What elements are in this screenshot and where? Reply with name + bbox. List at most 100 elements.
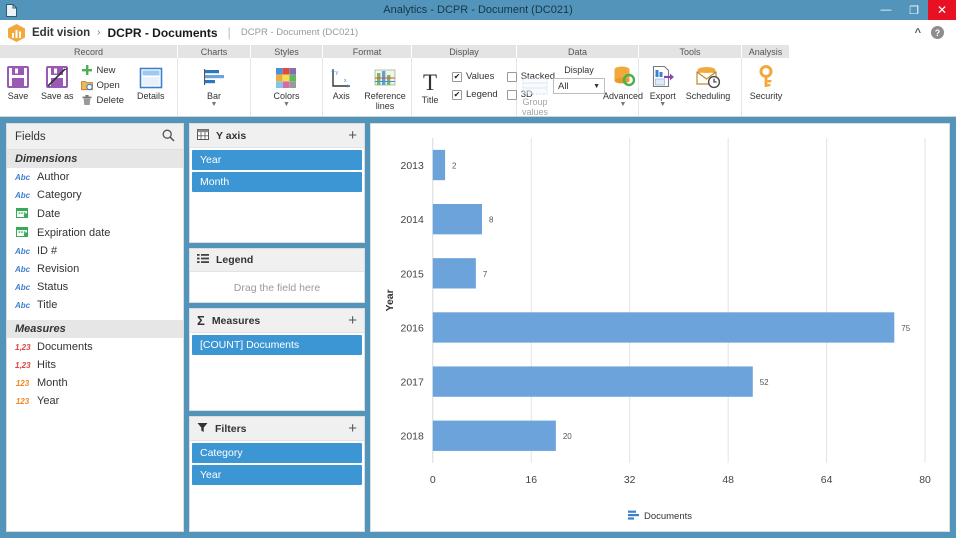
ribbon-group-data[interactable]: Data bbox=[517, 45, 639, 58]
chart-bar[interactable] bbox=[432, 312, 895, 343]
ribbon-group-tools[interactable]: Tools bbox=[639, 45, 742, 58]
display-select-value: All bbox=[558, 80, 569, 92]
open-button[interactable]: Open bbox=[80, 79, 124, 91]
close-button[interactable]: ✕ bbox=[928, 0, 956, 20]
chart-value-label: 75 bbox=[901, 324, 910, 333]
chart-category-label: 2014 bbox=[401, 215, 424, 226]
filters-shelf-header: Filters + bbox=[190, 417, 364, 441]
bar-chart-caret-icon[interactable]: ▼ bbox=[211, 101, 218, 108]
svg-text:y: y bbox=[336, 70, 339, 76]
reference-lines-button[interactable]: Reference lines bbox=[359, 61, 411, 111]
chart-y-axis-title: Year bbox=[385, 289, 396, 311]
funnel-icon bbox=[197, 422, 208, 436]
field-item-status[interactable]: Abc Status bbox=[7, 278, 183, 296]
ribbon-group-format[interactable]: Format bbox=[323, 45, 412, 58]
legend-checkbox[interactable]: ✔ Legend bbox=[452, 89, 498, 100]
field-item-date[interactable]: Date bbox=[7, 204, 183, 223]
new-button[interactable]: New bbox=[81, 64, 124, 76]
legend-shelf: Legend Drag the field here bbox=[189, 248, 365, 303]
field-item-year[interactable]: 123 Year bbox=[7, 392, 183, 410]
export-button[interactable]: Export ▼ bbox=[645, 61, 681, 108]
advanced-button[interactable]: Advanced ▼ bbox=[603, 61, 643, 108]
help-icon[interactable]: ? bbox=[931, 26, 944, 39]
shelf-pill-month[interactable]: Month bbox=[192, 172, 362, 192]
field-label: Status bbox=[37, 281, 69, 293]
y-axis-add-button[interactable]: + bbox=[348, 128, 357, 143]
chart-legend: Documents bbox=[371, 510, 949, 523]
document-icon bbox=[0, 3, 22, 17]
field-item-id[interactable]: Abc ID # bbox=[7, 242, 183, 260]
scheduling-icon bbox=[695, 63, 721, 89]
values-checkbox[interactable]: ✔ Values bbox=[452, 71, 498, 82]
chart-value-label: 2 bbox=[452, 162, 457, 171]
chart-bar[interactable] bbox=[432, 204, 483, 235]
field-item-month[interactable]: 123 Month bbox=[7, 374, 183, 392]
ribbon-tools-group: Export ▼ Scheduling bbox=[639, 58, 742, 116]
colors-button[interactable]: Colors ▼ bbox=[268, 61, 304, 108]
save-label: Save bbox=[7, 91, 29, 101]
field-item-hits[interactable]: 1,23 Hits bbox=[7, 356, 183, 374]
scheduling-button[interactable]: Scheduling bbox=[681, 61, 736, 101]
field-item-author[interactable]: Abc Author bbox=[7, 168, 183, 186]
export-caret-icon[interactable]: ▼ bbox=[659, 101, 666, 108]
window-controls: — ❐ ✕ bbox=[872, 0, 956, 20]
colors-caret-icon[interactable]: ▼ bbox=[283, 101, 290, 108]
breadcrumb-edit-vision[interactable]: Edit vision bbox=[32, 27, 90, 39]
chart-category-label: 2013 bbox=[401, 161, 424, 172]
save-button[interactable]: Save bbox=[0, 61, 36, 101]
search-icon[interactable] bbox=[162, 129, 175, 145]
shelf-pill-category[interactable]: Category bbox=[192, 443, 362, 463]
chart-bar[interactable] bbox=[432, 420, 556, 451]
field-item-expiration-date[interactable]: Expiration date bbox=[7, 223, 183, 242]
chart-bar[interactable] bbox=[432, 258, 476, 289]
integer-type-icon: 123 bbox=[15, 396, 30, 406]
ribbon-group-record[interactable]: Record bbox=[0, 45, 178, 58]
chevron-up-icon[interactable]: ^ bbox=[915, 27, 921, 39]
reference-lines-label-1: Reference bbox=[364, 91, 406, 101]
field-item-category[interactable]: Abc Category bbox=[7, 186, 183, 204]
abc-type-icon: Abc bbox=[15, 172, 31, 182]
list-icon bbox=[197, 253, 209, 267]
ribbon-group-display[interactable]: Display bbox=[412, 45, 517, 58]
field-label: ID # bbox=[37, 245, 58, 257]
chart-bar[interactable] bbox=[432, 149, 446, 181]
filters-shelf-body[interactable]: Category Year bbox=[190, 441, 364, 531]
chart-xtick-label: 16 bbox=[525, 475, 537, 486]
filters-add-button[interactable]: + bbox=[348, 421, 357, 436]
security-button[interactable]: Security bbox=[745, 61, 788, 101]
advanced-database-icon bbox=[611, 63, 635, 89]
folder-open-icon bbox=[80, 81, 93, 91]
measures-shelf-body[interactable]: [COUNT] Documents bbox=[190, 333, 364, 410]
security-label: Security bbox=[749, 91, 783, 101]
ribbon-group-charts[interactable]: Charts bbox=[178, 45, 251, 58]
field-item-revision[interactable]: Abc Revision bbox=[7, 260, 183, 278]
ribbon-charts-group: Bar ▼ bbox=[178, 58, 251, 116]
advanced-caret-icon[interactable]: ▼ bbox=[620, 101, 627, 108]
3d-checkbox-box bbox=[506, 89, 517, 100]
open-label: Open bbox=[96, 79, 120, 91]
details-button[interactable]: Details bbox=[132, 61, 170, 101]
title-button[interactable]: T Title bbox=[412, 61, 448, 105]
legend-entry-documents: Documents bbox=[643, 511, 693, 522]
field-label: Date bbox=[37, 207, 61, 220]
shelf-pill-year[interactable]: Year bbox=[192, 465, 362, 485]
bar-chart[interactable]: 2013 2 2014 8 2015 7 2016 75 2017 52 2018 20 0 16 32 48… bbox=[371, 124, 949, 521]
minimize-button[interactable]: — bbox=[872, 0, 900, 20]
shelf-pill-year[interactable]: Year bbox=[192, 150, 362, 170]
measures-add-button[interactable]: + bbox=[348, 313, 357, 328]
display-select[interactable]: All ▼ bbox=[553, 78, 605, 94]
shelf-pill-count-documents[interactable]: [COUNT] Documents bbox=[192, 335, 362, 355]
save-as-button[interactable]: Save as bbox=[36, 61, 79, 101]
ribbon-group-styles[interactable]: Styles bbox=[251, 45, 323, 58]
field-item-documents[interactable]: 1,23 Documents bbox=[7, 338, 183, 356]
field-item-title[interactable]: Abc Title bbox=[7, 296, 183, 314]
legend-shelf-body[interactable]: Drag the field here bbox=[190, 272, 364, 302]
delete-button[interactable]: Delete bbox=[81, 94, 124, 106]
maximize-button[interactable]: ❐ bbox=[900, 0, 928, 20]
chart-bar[interactable] bbox=[432, 366, 753, 397]
ribbon-group-analysis[interactable]: Analysis bbox=[742, 45, 790, 58]
abc-type-icon: Abc bbox=[15, 190, 31, 200]
y-axis-shelf-body[interactable]: Year Month bbox=[190, 148, 364, 242]
bar-chart-button[interactable]: Bar ▼ bbox=[196, 61, 232, 108]
axis-button[interactable]: y x Axis bbox=[323, 61, 359, 101]
